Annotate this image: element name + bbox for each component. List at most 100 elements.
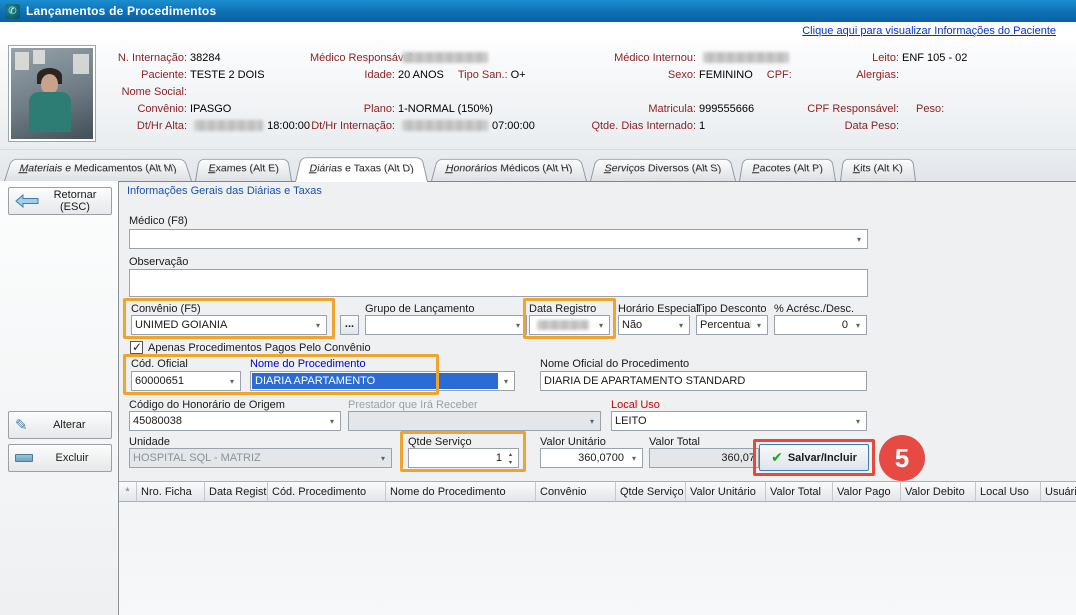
dropdown-arrow-icon[interactable]	[499, 373, 513, 389]
checkbox-checked-icon[interactable]	[130, 341, 143, 354]
local-uso-select[interactable]: LEITO	[611, 411, 867, 431]
horario-especial-value: Não	[622, 317, 673, 333]
grid-empty-area[interactable]	[119, 502, 1076, 615]
valor-unitario-select[interactable]: 360,0700	[540, 448, 643, 468]
patient-field-value: 20 ANOS	[398, 69, 444, 81]
grupo-lancamento-label: Grupo de Lançamento	[365, 303, 474, 315]
grid-column-header[interactable]: Valor Unitário	[686, 481, 766, 502]
grid-column-header[interactable]: Data Registro	[205, 481, 268, 502]
dropdown-arrow-icon[interactable]	[594, 317, 608, 333]
check-icon: ✔	[771, 449, 783, 466]
convenio-browse-button[interactable]: ...	[340, 315, 359, 335]
nome-procedimento-value: DIARIA APARTAMENTO	[252, 373, 498, 389]
link-bar: Clique aqui para visualizar Informações …	[0, 22, 1076, 40]
photo-person	[29, 92, 71, 132]
dropdown-arrow-icon[interactable]	[511, 317, 525, 333]
qtde-servico-label: Qtde Serviço	[408, 436, 472, 448]
valor-unitario-value: 360,0700	[544, 450, 624, 466]
patient-header: N. Internação:38284Paciente:TESTE 2 DOIS…	[0, 40, 1076, 150]
qtde-servico-stepper[interactable]: 1	[408, 448, 519, 468]
cod-oficial-select[interactable]: 60000651	[131, 371, 241, 391]
alterar-button[interactable]: ✎ Alterar	[8, 411, 112, 439]
nome-procedimento-select[interactable]: DIARIA APARTAMENTO	[250, 371, 515, 391]
patient-field-label: Dt/Hr Internação:	[310, 120, 398, 132]
patient-field-label: Qtde. Dias Internado:	[564, 120, 699, 132]
data-registro-select[interactable]	[529, 315, 610, 335]
apenas-pagos-label: Apenas Procedimentos Pagos Pelo Convênio	[148, 342, 371, 354]
tipo-desconto-value: Percentual	[700, 317, 751, 333]
dropdown-arrow-icon[interactable]	[852, 231, 866, 247]
valor-total-value: 360,07	[653, 450, 755, 466]
tab-label: Exames (Alt E)	[208, 163, 280, 174]
spin-up-icon[interactable]	[504, 450, 517, 458]
patient-field-value: 38284	[190, 52, 221, 64]
stepper-arrows[interactable]	[504, 450, 517, 466]
grid-column-header[interactable]: Valor Total	[766, 481, 833, 502]
dropdown-arrow-icon[interactable]	[851, 317, 865, 333]
tab-materiais[interactable]: Materiais e Medicamentos (Alt M)	[4, 159, 192, 181]
patient-field-value: 07:00:00	[492, 120, 535, 132]
dropdown-arrow-icon[interactable]	[674, 317, 688, 333]
patient-field-label: Leito:	[794, 52, 902, 64]
dropdown-arrow-icon[interactable]	[325, 413, 339, 429]
grid-column-header[interactable]: Cód. Procedimento	[268, 481, 386, 502]
salvar-incluir-label: Salvar/Incluir	[788, 452, 857, 464]
group-title: Informações Gerais das Diárias e Taxas	[127, 185, 322, 197]
dropdown-arrow-icon[interactable]	[311, 317, 325, 333]
patient-field-label: Nome Social:	[100, 86, 190, 98]
patient-field-value: 999555666	[699, 103, 754, 115]
unidade-value: HOSPITAL SQL - MATRIZ	[133, 450, 375, 466]
grid-column-header[interactable]: Valor Debito	[901, 481, 976, 502]
data-registro-value	[533, 317, 593, 333]
retornar-label: Retornar (ESC)	[45, 189, 105, 213]
grid-column-header[interactable]: Local Uso	[976, 481, 1041, 502]
patient-info-link[interactable]: Clique aqui para visualizar Informações …	[802, 25, 1056, 37]
patient-info-column: Médico Responsável:Idade:20 ANOSTipo San…	[310, 49, 564, 134]
grid-column-header[interactable]: Usuário	[1041, 481, 1076, 502]
salvar-incluir-button[interactable]: ✔ Salvar/Incluir	[759, 444, 869, 471]
tipo-desconto-select[interactable]: Percentual	[696, 315, 768, 335]
tab-exames[interactable]: Exames (Alt E)	[195, 159, 292, 181]
horario-especial-select[interactable]: Não	[618, 315, 690, 335]
cod-oficial-value: 60000651	[135, 373, 224, 389]
action-sidebar: Retornar (ESC) ✎ Alterar Excluir	[0, 181, 118, 615]
grupo-lancamento-value	[369, 317, 510, 333]
dropdown-arrow-icon[interactable]	[752, 317, 766, 333]
patient-field-value: TESTE 2 DOIS	[190, 69, 265, 81]
redacted-value	[537, 320, 589, 330]
photo-background-detail	[73, 54, 89, 74]
apenas-pagos-checkbox[interactable]: Apenas Procedimentos Pagos Pelo Convênio	[130, 341, 371, 354]
nome-oficial-input[interactable]: DIARIA DE APARTAMENTO STANDARD	[540, 371, 867, 391]
tab-pacotes[interactable]: Pacotes (Alt P)	[739, 159, 836, 181]
spin-down-icon[interactable]	[504, 458, 517, 466]
dropdown-arrow-icon[interactable]	[225, 373, 239, 389]
grid-column-header[interactable]: Qtde Serviço	[616, 481, 686, 502]
convenio-value: UNIMED GOIANIA	[135, 317, 310, 333]
tipo-desconto-label: Tipo Desconto	[696, 303, 767, 315]
redacted-value	[703, 52, 789, 63]
tab-kits[interactable]: Kits (Alt K)	[840, 159, 916, 181]
acresc-desc-select[interactable]: 0	[774, 315, 867, 335]
grid-column-header[interactable]: Valor Pago	[833, 481, 901, 502]
observacao-input[interactable]	[129, 269, 868, 297]
retornar-button[interactable]: Retornar (ESC)	[8, 187, 112, 215]
tab-servicos[interactable]: Serviços Diversos (Alt S)	[590, 159, 736, 181]
dropdown-arrow-icon[interactable]	[851, 413, 865, 429]
medico-select[interactable]	[129, 229, 868, 249]
excluir-button[interactable]: Excluir	[8, 444, 112, 472]
grid-column-header[interactable]: Nome do Procedimento	[386, 481, 536, 502]
tab-honorarios[interactable]: Honorários Médicos (Alt H)	[431, 159, 587, 181]
cod-honorario-label: Código do Honorário de Origem	[129, 399, 285, 411]
photo-person	[41, 74, 58, 94]
dropdown-arrow-icon[interactable]	[627, 450, 641, 466]
tab-diarias[interactable]: Diárias e Taxas (Alt D)	[295, 157, 428, 182]
grupo-lancamento-select[interactable]	[365, 315, 527, 335]
prestador-value	[352, 413, 584, 429]
convenio-select[interactable]: UNIMED GOIANIA	[131, 315, 327, 335]
tab-strip: Materiais e Medicamentos (Alt M) Exames (…	[0, 150, 1076, 181]
tab-content: Informações Gerais das Diárias e Taxas M…	[118, 181, 1076, 615]
patient-field-label: Paciente:	[100, 69, 190, 81]
grid-column-header[interactable]: Convênio	[536, 481, 616, 502]
cod-honorario-select[interactable]: 45080038	[129, 411, 341, 431]
grid-column-header[interactable]: Nro. Ficha	[137, 481, 205, 502]
